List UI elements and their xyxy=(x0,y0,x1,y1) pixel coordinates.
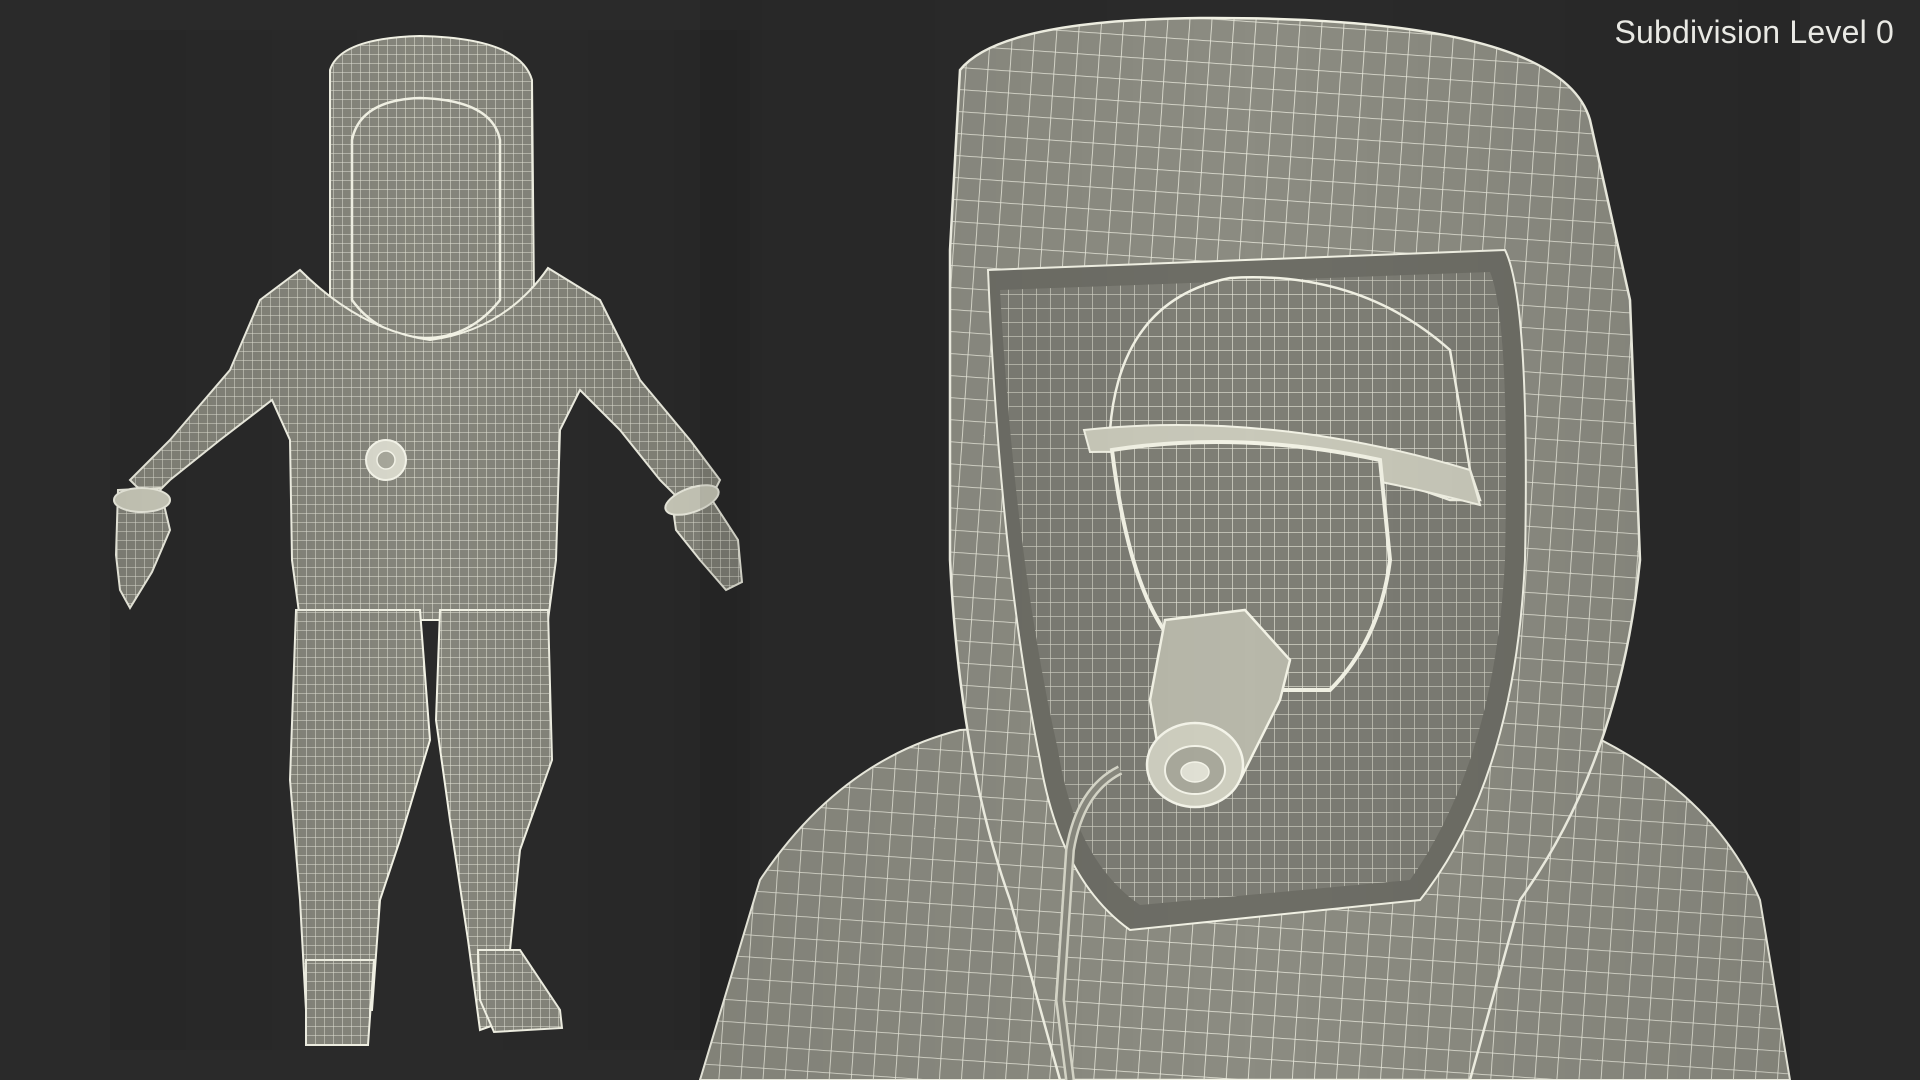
hazmat-suit-full-body-view xyxy=(110,30,750,1050)
viewport: Subdivision Level 0 xyxy=(0,0,1920,1080)
wireframe-render xyxy=(110,0,1800,1080)
hazmat-hood-closeup-view xyxy=(698,0,1800,1080)
subdivision-level-label: Subdivision Level 0 xyxy=(1614,14,1894,50)
